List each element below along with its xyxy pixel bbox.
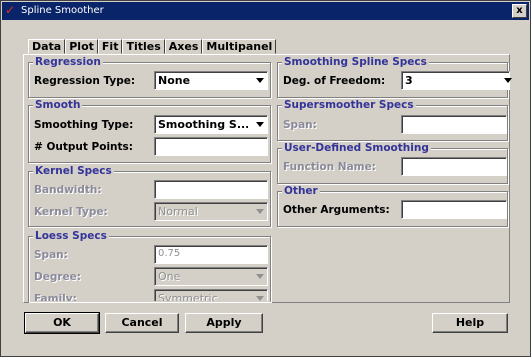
kernel-type-value: Normal: [158, 205, 198, 218]
cancel-button[interactable]: Cancel: [105, 313, 179, 333]
other-arguments-input[interactable]: [401, 200, 507, 219]
loess-span-input[interactable]: 0.75: [154, 245, 268, 264]
other-arguments-label: Other Arguments:: [283, 204, 390, 216]
bandwidth-input[interactable]: [154, 180, 268, 199]
chevron-down-icon: [256, 122, 264, 127]
tab-multipanel[interactable]: Multipanel: [202, 39, 277, 54]
regression-type-label: Regression Type:: [34, 75, 136, 87]
function-name-input[interactable]: [401, 157, 507, 176]
window-title: Spline Smoother: [21, 5, 104, 16]
loess-degree-select[interactable]: One: [154, 267, 268, 286]
supersmoother-specs-title: Supersmoother Specs: [282, 99, 416, 111]
help-button[interactable]: Help: [432, 313, 508, 333]
loess-degree-value: One: [158, 270, 181, 283]
smoothing-type-value: Smoothing S...: [158, 118, 248, 131]
ok-button[interactable]: OK: [24, 312, 100, 334]
close-button[interactable]: x: [512, 4, 527, 18]
output-points-input[interactable]: [154, 137, 268, 156]
regression-group-title: Regression: [33, 56, 103, 68]
tab-axes[interactable]: Axes: [164, 39, 203, 54]
supersmoother-span-input[interactable]: [401, 115, 507, 134]
supersmoother-span-label: Span:: [283, 119, 317, 131]
dialog-window: ✓ Spline Smoother x Data Plot Fit Titles…: [0, 0, 531, 357]
loess-degree-label: Degree:: [34, 271, 81, 283]
title-bar[interactable]: ✓ Spline Smoother x: [2, 2, 529, 20]
tab-titles[interactable]: Titles: [122, 39, 165, 54]
bandwidth-label: Bandwidth:: [34, 184, 102, 196]
deg-of-freedom-select[interactable]: 3: [401, 71, 512, 90]
smoothing-spline-specs-title: Smoothing Spline Specs: [282, 56, 429, 68]
regression-type-value: None: [158, 74, 191, 87]
loess-span-label: Span:: [34, 249, 68, 261]
loess-family-label: Family:: [34, 293, 77, 301]
tab-fit[interactable]: Fit: [97, 39, 123, 54]
output-points-label: # Output Points:: [34, 141, 133, 153]
smooth-group-title: Smooth: [33, 99, 83, 111]
loess-specs-group-title: Loess Specs: [33, 230, 109, 242]
loess-family-select[interactable]: Symmetric: [154, 289, 268, 301]
tab-strip: Data Plot Fit Titles Axes Multipanel: [28, 39, 277, 55]
user-defined-smoothing-title: User-Defined Smoothing: [282, 142, 431, 154]
chevron-down-icon: [504, 78, 512, 83]
chevron-down-icon: [256, 274, 264, 279]
smoothing-type-select[interactable]: Smoothing S...: [154, 115, 268, 134]
apply-button[interactable]: Apply: [185, 313, 263, 333]
tab-data[interactable]: Data: [28, 39, 66, 54]
kernel-specs-group-title: Kernel Specs: [33, 165, 114, 177]
other-group-title: Other: [282, 185, 320, 197]
chevron-down-icon: [256, 78, 264, 83]
function-name-label: Function Name:: [283, 161, 376, 173]
chevron-down-icon: [256, 296, 264, 301]
loess-family-value: Symmetric: [158, 292, 218, 301]
smoothing-type-label: Smoothing Type:: [34, 119, 134, 131]
regression-type-select[interactable]: None: [154, 71, 268, 90]
kernel-type-label: Kernel Type:: [34, 206, 108, 218]
deg-of-freedom-label: Deg. of Freedom:: [283, 75, 386, 87]
chevron-down-icon: [256, 209, 264, 214]
deg-of-freedom-value: 3: [405, 74, 413, 87]
tab-plot[interactable]: Plot: [65, 39, 98, 54]
kernel-type-select[interactable]: Normal: [154, 202, 268, 221]
app-icon: ✓: [5, 3, 16, 17]
